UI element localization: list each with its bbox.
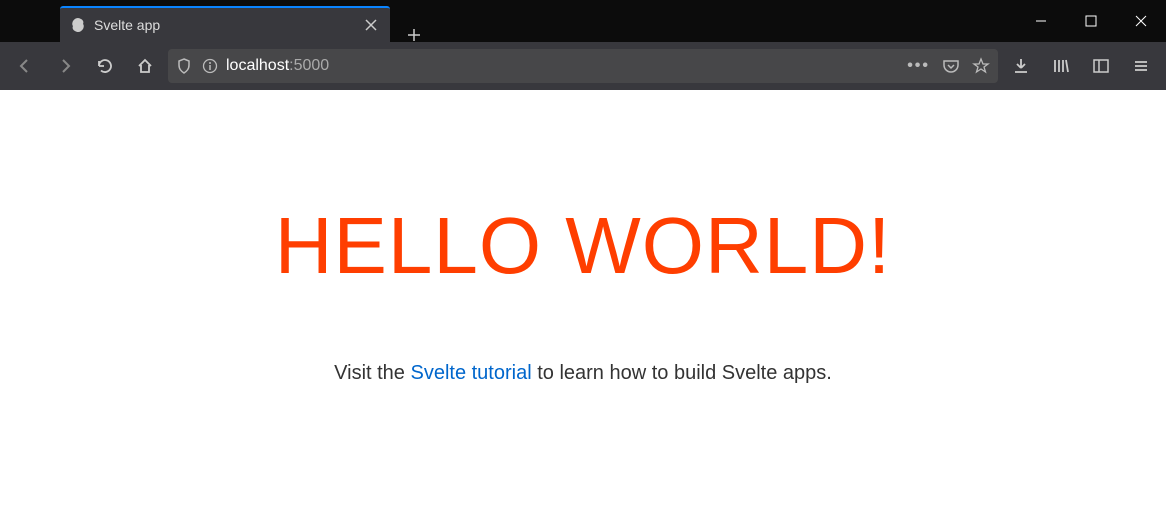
close-window-button[interactable] <box>1116 0 1166 42</box>
subtext-suffix: to learn how to build Svelte apps. <box>532 362 832 384</box>
tracking-protection-icon[interactable] <box>176 58 192 74</box>
page-subtext: Visit the Svelte tutorial to learn how t… <box>0 362 1166 385</box>
url-text: localhost:5000 <box>226 57 329 75</box>
subtext-prefix: Visit the <box>334 362 410 384</box>
browser-tab[interactable]: Svelte app <box>60 6 390 42</box>
app-menu-button[interactable] <box>1124 49 1158 83</box>
window-controls <box>1016 0 1166 42</box>
reload-button[interactable] <box>88 49 122 83</box>
window-titlebar: Svelte app <box>0 0 1166 42</box>
pocket-icon[interactable] <box>942 57 960 75</box>
svelte-tutorial-link[interactable]: Svelte tutorial <box>410 362 531 384</box>
url-host: localhost <box>226 57 289 74</box>
bookmark-star-icon[interactable] <box>972 57 990 75</box>
url-bar[interactable]: localhost:5000 ••• <box>168 49 998 83</box>
back-button[interactable] <box>8 49 42 83</box>
tab-close-button[interactable] <box>362 16 380 34</box>
page-actions: ••• <box>907 57 990 75</box>
library-button[interactable] <box>1044 49 1078 83</box>
svelte-favicon-icon <box>70 17 86 33</box>
page-heading: HELLO WORLD! <box>0 200 1166 292</box>
new-tab-button[interactable] <box>396 28 432 42</box>
maximize-button[interactable] <box>1066 0 1116 42</box>
forward-button[interactable] <box>48 49 82 83</box>
tab-title: Svelte app <box>94 17 354 33</box>
downloads-button[interactable] <box>1004 49 1038 83</box>
page-content: HELLO WORLD! Visit the Svelte tutorial t… <box>0 90 1166 529</box>
page-actions-menu-icon[interactable]: ••• <box>907 57 930 75</box>
identity-icons <box>176 58 218 74</box>
home-button[interactable] <box>128 49 162 83</box>
sidebar-button[interactable] <box>1084 49 1118 83</box>
minimize-button[interactable] <box>1016 0 1066 42</box>
browser-toolbar: localhost:5000 ••• <box>0 42 1166 90</box>
site-info-icon[interactable] <box>202 58 218 74</box>
tab-strip: Svelte app <box>0 0 1016 42</box>
url-port: :5000 <box>289 57 329 74</box>
